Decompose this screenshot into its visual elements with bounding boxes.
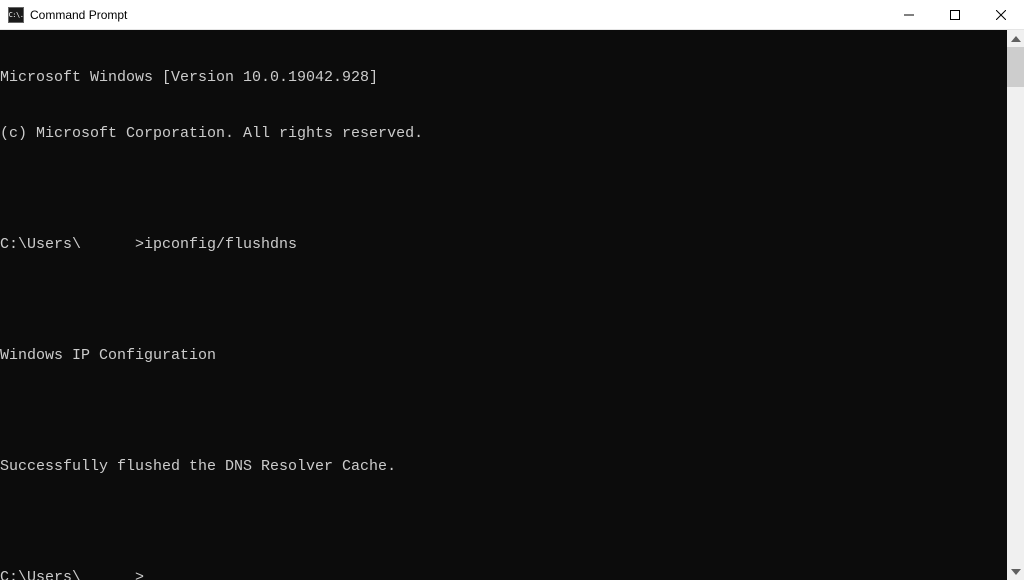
maximize-button[interactable] <box>932 0 978 29</box>
scrollbar-thumb[interactable] <box>1007 47 1024 87</box>
terminal-prompt-line: C:\Users\ > <box>0 569 1007 580</box>
terminal-line: C:\Users\ >ipconfig/flushdns <box>0 236 1007 255</box>
terminal-line: Successfully flushed the DNS Resolver Ca… <box>0 458 1007 477</box>
scroll-up-arrow-icon[interactable] <box>1007 30 1024 47</box>
terminal-output[interactable]: Microsoft Windows [Version 10.0.19042.92… <box>0 30 1007 580</box>
minimize-button[interactable] <box>886 0 932 29</box>
scrollbar-track[interactable] <box>1007 47 1024 563</box>
terminal-line <box>0 402 1007 421</box>
terminal-prompt-text: C:\Users\ > <box>0 569 144 580</box>
window-title: Command Prompt <box>30 8 886 22</box>
app-icon: C:\. <box>8 7 24 23</box>
vertical-scrollbar[interactable] <box>1007 30 1024 580</box>
close-button[interactable] <box>978 0 1024 29</box>
terminal-line: Windows IP Configuration <box>0 347 1007 366</box>
terminal-line <box>0 180 1007 199</box>
titlebar[interactable]: C:\. Command Prompt <box>0 0 1024 30</box>
window-controls <box>886 0 1024 29</box>
terminal-line: (c) Microsoft Corporation. All rights re… <box>0 125 1007 144</box>
terminal-line <box>0 291 1007 310</box>
scroll-down-arrow-icon[interactable] <box>1007 563 1024 580</box>
terminal-area: Microsoft Windows [Version 10.0.19042.92… <box>0 30 1024 580</box>
terminal-line: Microsoft Windows [Version 10.0.19042.92… <box>0 69 1007 88</box>
terminal-line <box>0 513 1007 532</box>
